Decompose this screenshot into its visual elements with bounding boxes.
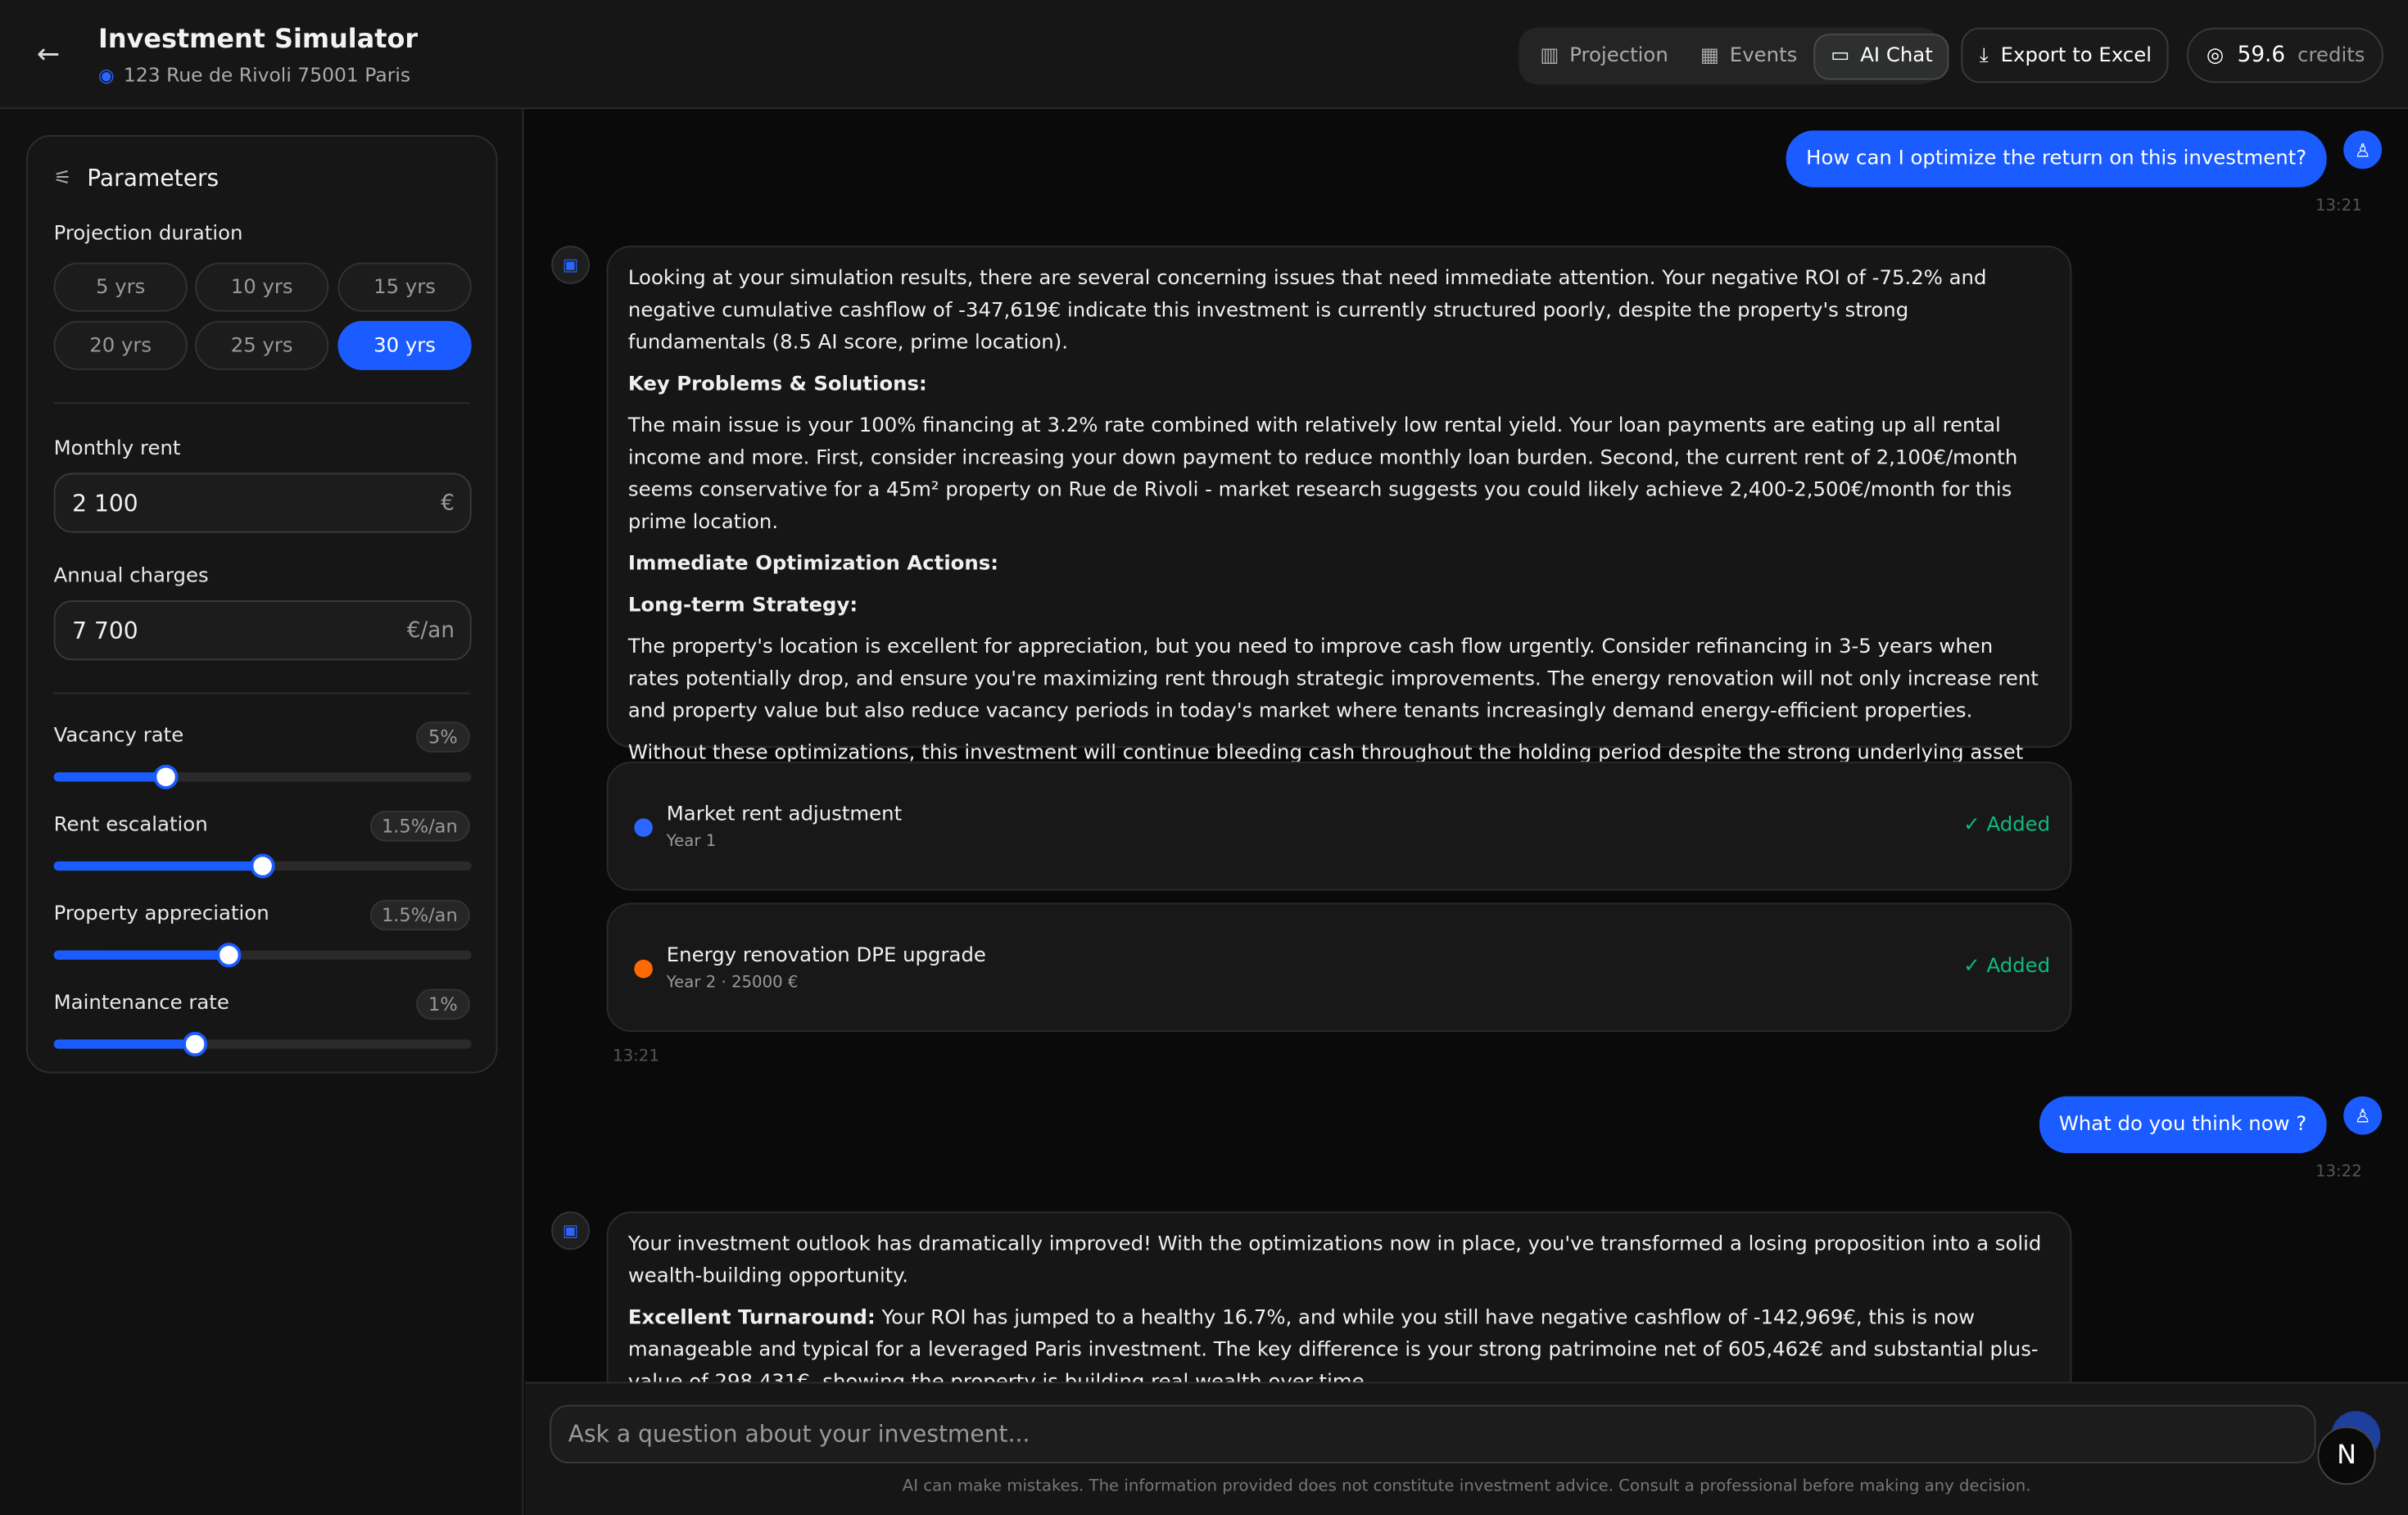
slider-value-badge: 5% xyxy=(416,721,470,753)
user-message: How can I optimize the return on this in… xyxy=(1786,130,2327,187)
ai-paragraph: Your investment outlook has dramatically… xyxy=(628,1228,2050,1293)
ai-heading: Long-term Strategy: xyxy=(628,595,858,617)
duration-5[interactable]: 5 yrs xyxy=(54,263,188,312)
export-label: Export to Excel xyxy=(2001,43,2152,66)
slider-fill xyxy=(54,1039,196,1048)
disclaimer: AI can make mistakes. The information pr… xyxy=(525,1477,2408,1496)
ai-paragraph: The property's location is excellent for… xyxy=(628,631,2050,728)
page-title: Investment Simulator xyxy=(98,25,418,56)
ai-paragraph: The main issue is your 100% financing at… xyxy=(628,410,2050,540)
slider-fill xyxy=(54,862,263,871)
credits-value: 59.6 xyxy=(2238,43,2285,68)
sliders-icon: ⚟ xyxy=(54,166,72,189)
back-arrow-icon[interactable]: ← xyxy=(37,40,68,71)
chat-thread[interactable]: How can I optimize the return on this in… xyxy=(525,109,2408,1382)
coins-icon: ◎ xyxy=(2206,43,2225,66)
duration-15[interactable]: 15 yrs xyxy=(338,263,472,312)
slider-thumb[interactable] xyxy=(251,854,275,879)
slider-track[interactable] xyxy=(54,1039,472,1048)
event-subtitle: Year 2 · 25000 € xyxy=(667,974,799,993)
message-time: 13:22 xyxy=(2315,1162,2362,1181)
slider-label: Maintenance rate xyxy=(54,992,229,1015)
parameters-heading: Parameters xyxy=(87,165,219,192)
slider-value-badge: 1.5%/an xyxy=(369,811,470,842)
event-added-status: ✓ Added xyxy=(1963,814,2050,837)
event-title: Market rent adjustment xyxy=(667,803,902,826)
monthly-rent-value: 2 100 xyxy=(72,489,138,517)
divider xyxy=(54,693,470,694)
annual-charges-value: 7 700 xyxy=(72,617,138,644)
parameters-panel: ⚟ Parameters Projection duration 5 yrs 10… xyxy=(26,135,498,1074)
slider-label: Vacancy rate xyxy=(54,725,184,748)
chat-input[interactable]: Ask a question about your investment... xyxy=(550,1405,2315,1463)
annual-charges-input[interactable]: 7 700 €/an xyxy=(54,600,472,660)
message-time: 13:21 xyxy=(2315,197,2362,215)
slider-value-badge: 1.5%/an xyxy=(369,900,470,931)
ai-heading: Key Problems & Solutions: xyxy=(628,373,927,396)
credits-label: credits xyxy=(2297,43,2365,66)
user-avatar-icon: ♙ xyxy=(2343,1097,2382,1135)
tab-events[interactable]: ▦ Events xyxy=(1685,33,1811,79)
monthly-rent-unit: € xyxy=(441,491,455,515)
ai-heading: Immediate Optimization Actions: xyxy=(628,553,998,576)
divider xyxy=(54,402,470,404)
chat-icon: ▭ xyxy=(1830,44,1851,67)
duration-25[interactable]: 25 yrs xyxy=(195,321,328,370)
slider-track[interactable] xyxy=(54,951,472,960)
slider-track[interactable] xyxy=(54,862,472,871)
slider-thumb[interactable] xyxy=(217,943,242,967)
annual-charges-unit: €/an xyxy=(407,618,455,643)
header: ← Investment Simulator ◉ 123 Rue de Rivol… xyxy=(0,0,2408,109)
event-subtitle: Year 1 xyxy=(667,832,716,851)
download-icon: ⤓ xyxy=(1980,43,1989,66)
view-tabs: ▥ Projection ▦ Events ▭ AI Chat xyxy=(1519,28,1940,84)
slider-value-badge: 1% xyxy=(416,989,470,1020)
message-time: 13:21 xyxy=(613,1047,659,1066)
slider-track[interactable] xyxy=(54,772,472,781)
credits-button[interactable]: ◎ 59.6 credits xyxy=(2187,28,2383,84)
slider-label: Rent escalation xyxy=(54,814,208,837)
bot-avatar-icon: ▣ xyxy=(551,1211,590,1250)
tab-ai-chat[interactable]: ▭ AI Chat xyxy=(1814,33,1949,79)
duration-10[interactable]: 10 yrs xyxy=(195,263,328,312)
event-title: Energy renovation DPE upgrade xyxy=(667,944,986,967)
ai-message: Looking at your simulation results, ther… xyxy=(607,246,2072,748)
slider-fill xyxy=(54,772,167,781)
ai-message: Your investment outlook has dramatically… xyxy=(607,1211,2072,1382)
bot-avatar-icon: ▣ xyxy=(551,246,590,284)
event-added-status: ✓ Added xyxy=(1963,955,2050,978)
tab-label: AI Chat xyxy=(1860,44,1933,67)
user-message: What do you think now ? xyxy=(2039,1097,2326,1153)
chat-input-bar: Ask a question about your investment... … xyxy=(525,1382,2408,1515)
slider-thumb[interactable] xyxy=(154,765,179,789)
n-logo-button[interactable]: N xyxy=(2317,1427,2375,1485)
event-card: Market rent adjustment Year 1 ✓ Added xyxy=(607,762,2072,891)
tab-label: Projection xyxy=(1569,44,1668,67)
export-excel-button[interactable]: ⤓ Export to Excel xyxy=(1961,28,2168,84)
address-text: 123 Rue de Rivoli 75001 Paris xyxy=(124,63,410,86)
tab-projection[interactable]: ▥ Projection xyxy=(1525,33,1682,79)
duration-label: Projection duration xyxy=(54,223,243,246)
slider-thumb[interactable] xyxy=(183,1032,208,1056)
monthly-rent-input[interactable]: 2 100 € xyxy=(54,473,472,533)
event-card: Energy renovation DPE upgrade Year 2 · 2… xyxy=(607,903,2072,1033)
duration-30[interactable]: 30 yrs xyxy=(338,321,472,370)
user-avatar-icon: ♙ xyxy=(2343,130,2382,169)
address: ◉ 123 Rue de Rivoli 75001 Paris xyxy=(98,63,410,86)
location-pin-icon: ◉ xyxy=(98,64,115,85)
event-color-dot xyxy=(634,818,653,837)
event-color-dot xyxy=(634,960,653,979)
slider-fill xyxy=(54,951,229,960)
sidebar: ⚟ Parameters Projection duration 5 yrs 10… xyxy=(0,109,523,1515)
duration-20[interactable]: 20 yrs xyxy=(54,321,188,370)
ai-heading: Excellent Turnaround: xyxy=(628,1307,876,1330)
bar-chart-icon: ▥ xyxy=(1539,44,1560,67)
annual-charges-label: Annual charges xyxy=(54,565,209,588)
tab-label: Events xyxy=(1730,44,1798,67)
monthly-rent-label: Monthly rent xyxy=(54,437,181,460)
ai-paragraph: Looking at your simulation results, ther… xyxy=(628,263,2050,360)
slider-label: Property appreciation xyxy=(54,903,269,926)
parameters-title: ⚟ Parameters xyxy=(54,165,220,192)
calendar-icon: ▦ xyxy=(1699,44,1720,67)
